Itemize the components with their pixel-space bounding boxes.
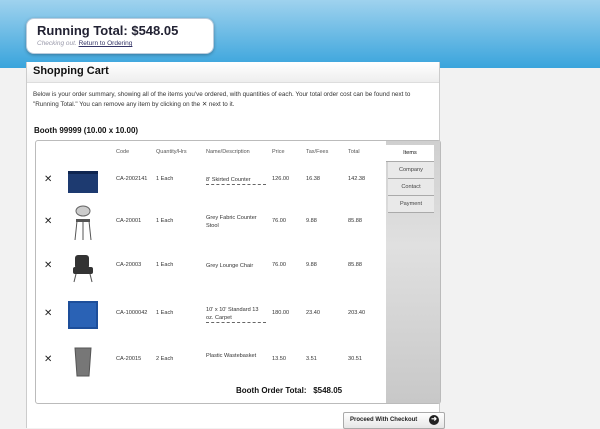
item-total: 30.51 — [348, 356, 362, 362]
item-total: 85.88 — [348, 262, 362, 268]
wastebasket-image — [74, 347, 92, 377]
item-qty: 1 Each — [156, 218, 174, 224]
carpet-image — [68, 301, 98, 329]
remove-item-button[interactable]: ✕ — [44, 174, 52, 185]
item-qty: 1 Each — [156, 176, 174, 182]
item-name: Grey Fabric Counter Stool — [206, 215, 257, 229]
checkout-tabs: Items Company Contact Payment — [386, 141, 440, 403]
remove-item-button[interactable]: ✕ — [44, 308, 52, 319]
item-total: 142.38 — [348, 176, 366, 182]
item-total: 203.40 — [348, 310, 366, 316]
tab-company[interactable]: Company — [388, 162, 434, 179]
cart-header: Shopping Cart — [27, 62, 439, 83]
col-total: Total — [348, 149, 360, 155]
running-total: Running Total: $548.05 — [37, 23, 179, 38]
proceed-checkout-button[interactable]: Proceed With Checkout ➜ — [343, 412, 445, 429]
item-qty: 1 Each — [156, 310, 174, 316]
item-code: CA-20003 — [116, 262, 142, 268]
item-code: CA-2002141 — [116, 176, 148, 182]
cart-row: ✕ CA-2002141 1 Each 8' Skirted Counter 1… — [36, 161, 386, 201]
col-qty: Quantity/Hrs — [156, 149, 187, 155]
item-qty: 1 Each — [156, 262, 174, 268]
item-price: 13.50 — [272, 356, 286, 362]
column-headers: Code Quantity/Hrs Name/Description Price… — [36, 144, 386, 160]
return-to-ordering-link[interactable]: Return to Ordering — [79, 40, 133, 47]
remove-item-button[interactable]: ✕ — [44, 354, 52, 365]
item-qty: 2 Each — [156, 356, 174, 362]
cart-row: ✕ CA-20001 1 Each Grey Fabric Counter St… — [36, 203, 386, 243]
tab-items[interactable]: Items — [386, 145, 434, 162]
item-name-link[interactable]: 8' Skirted Counter — [206, 176, 266, 185]
item-price: 76.00 — [272, 218, 286, 224]
item-price: 76.00 — [272, 262, 286, 268]
col-code: Code — [116, 149, 130, 155]
arrow-right-icon: ➜ — [429, 415, 439, 425]
skirted-counter-image — [68, 171, 98, 193]
checkout-status: Checking out. Return to Ordering — [37, 40, 133, 47]
item-tax: 9.88 — [306, 218, 317, 224]
counter-stool-image — [74, 205, 92, 241]
item-tax: 3.51 — [306, 356, 317, 362]
item-price: 126.00 — [272, 176, 290, 182]
lounge-chair-image — [73, 255, 93, 283]
running-total-box: Running Total: $548.05 Checking out. Ret… — [26, 18, 214, 54]
col-name: Name/Description — [206, 149, 250, 155]
tab-contact[interactable]: Contact — [388, 179, 434, 196]
col-tax: Tax/Fees — [306, 149, 329, 155]
cart-panel: Shopping Cart Below is your order summar… — [26, 62, 445, 429]
item-code: CA-20001 — [116, 218, 142, 224]
item-total: 85.88 — [348, 218, 362, 224]
item-name-link[interactable]: 10' x 10' Standard 13 oz. Carpet — [206, 306, 266, 323]
remove-item-button[interactable]: ✕ — [44, 260, 52, 271]
item-tax: 16.38 — [306, 176, 320, 182]
cart-intro: Below is your order summary, showing all… — [33, 91, 411, 108]
item-tax: 9.88 — [306, 262, 317, 268]
item-price: 180.00 — [272, 310, 290, 316]
item-code: CA-20015 — [116, 356, 142, 362]
cart-table: Code Quantity/Hrs Name/Description Price… — [35, 140, 441, 404]
tab-payment[interactable]: Payment — [388, 196, 434, 213]
remove-item-button[interactable]: ✕ — [44, 216, 52, 227]
cart-title: Shopping Cart — [33, 65, 109, 77]
col-price: Price — [272, 149, 285, 155]
item-name: Grey Lounge Chair — [206, 263, 254, 269]
item-code: CA-1000042 — [116, 310, 148, 316]
cart-row: ✕ CA-20015 2 Each Plastic Wastebasket 13… — [36, 341, 386, 381]
item-name: Plastic Wastebasket — [206, 353, 257, 359]
booth-order-total: Booth Order Total: $548.05 — [236, 386, 343, 395]
booth-label: Booth 99999 (10.00 x 10.00) — [34, 126, 139, 135]
cart-row: ✕ CA-1000042 1 Each 10' x 10' Standard 1… — [36, 295, 386, 335]
cart-row: ✕ CA-20003 1 Each Grey Lounge Chair 76.0… — [36, 247, 386, 287]
item-tax: 23.40 — [306, 310, 320, 316]
